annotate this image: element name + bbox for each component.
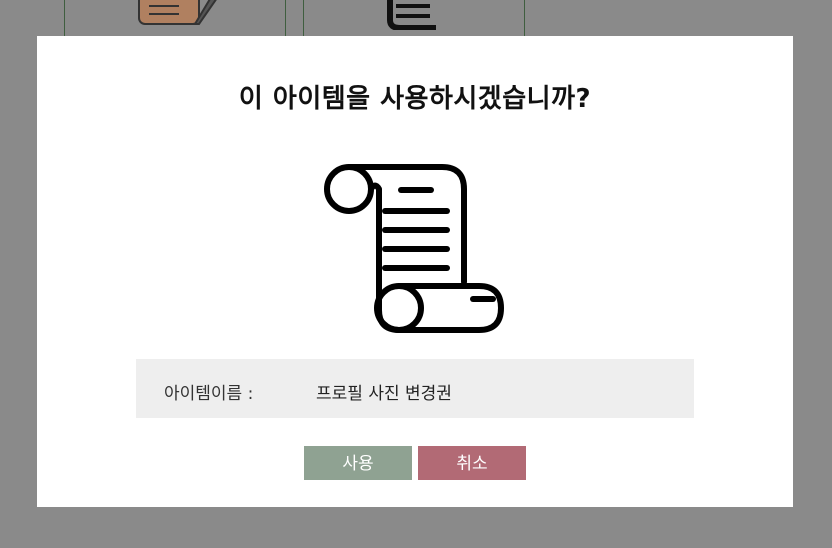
cancel-button[interactable]: 취소 — [418, 446, 526, 480]
use-item-dialog: 이 아이템을 사용하시겠습니까? 아이템이름 : 프로필 사진 변경권 사용 취… — [37, 36, 793, 507]
item-name-label: 아이템이름 : — [164, 384, 254, 404]
quill-paper-icon — [138, 0, 217, 25]
item-name-value: 프로필 사진 변경권 — [316, 384, 452, 404]
dialog-title: 이 아이템을 사용하시겠습니까? — [238, 84, 592, 114]
use-button[interactable]: 사용 — [304, 446, 412, 480]
item-info-box: 아이템이름 : 프로필 사진 변경권 — [136, 359, 694, 418]
scroll-icon — [387, 0, 436, 30]
scroll-icon — [324, 164, 504, 333]
